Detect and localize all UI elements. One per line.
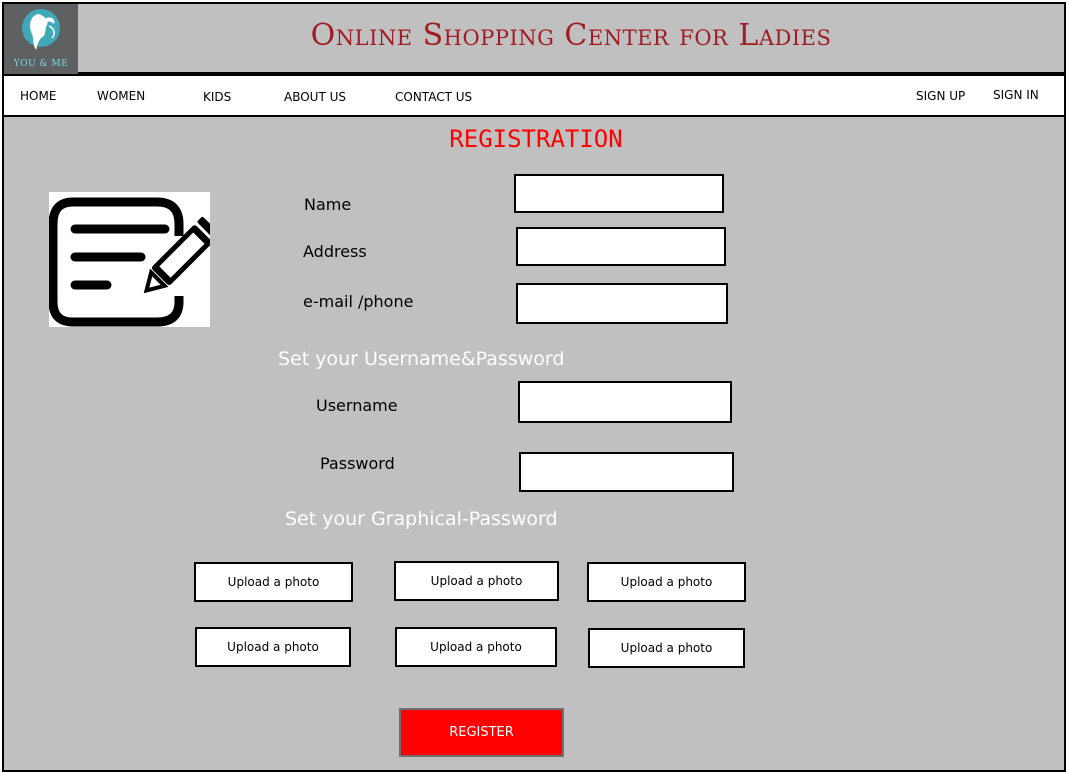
graphical-password-heading: Set your Graphical-Password [285, 508, 558, 530]
nav-about-us-link[interactable]: ABOUT US [284, 90, 346, 104]
upload-photo-button-5[interactable]: Upload a photo [395, 627, 557, 667]
registration-title: REGISTRATION [449, 125, 623, 153]
username-input[interactable] [518, 381, 732, 423]
upload-photo-button-6[interactable]: Upload a photo [588, 628, 745, 668]
name-input[interactable] [514, 174, 724, 213]
username-label: Username [316, 396, 398, 415]
credentials-heading: Set your Username&Password [278, 348, 565, 370]
nav-home-link[interactable]: HOME [20, 89, 56, 103]
site-header: YOU & ME Online Shopping Center for Ladi… [2, 2, 1066, 74]
password-label: Password [320, 454, 395, 473]
register-button[interactable]: REGISTER [399, 708, 564, 757]
upload-photo-button-4[interactable]: Upload a photo [195, 627, 351, 667]
nav-women-link[interactable]: WOMEN [97, 89, 145, 103]
logo-text: YOU & ME [13, 59, 69, 69]
nav-sign-up-link[interactable]: SIGN UP [916, 89, 965, 103]
email-phone-input[interactable] [516, 283, 728, 324]
site-title: Online Shopping Center for Ladies [310, 18, 832, 53]
nav-kids-link[interactable]: KIDS [203, 90, 231, 104]
main-nav: HOME WOMEN KIDS ABOUT US CONTACT US SIGN… [2, 74, 1066, 117]
registration-panel: REGISTRATION Name Address e-mail /phone … [2, 117, 1066, 772]
woman-silhouette-logo-icon [22, 9, 60, 50]
name-label: Name [304, 195, 352, 214]
site-logo[interactable]: YOU & ME [4, 4, 78, 74]
nav-contact-us-link[interactable]: CONTACT US [395, 90, 472, 104]
nav-sign-in-link[interactable]: SIGN IN [993, 88, 1039, 102]
document-edit-icon [48, 192, 220, 327]
upload-photo-button-2[interactable]: Upload a photo [394, 561, 559, 601]
upload-photo-button-3[interactable]: Upload a photo [587, 562, 746, 602]
address-label: Address [303, 242, 367, 261]
password-input[interactable] [519, 452, 734, 492]
address-input[interactable] [516, 227, 726, 266]
upload-photo-button-1[interactable]: Upload a photo [194, 562, 353, 602]
email-phone-label: e-mail /phone [303, 292, 414, 311]
